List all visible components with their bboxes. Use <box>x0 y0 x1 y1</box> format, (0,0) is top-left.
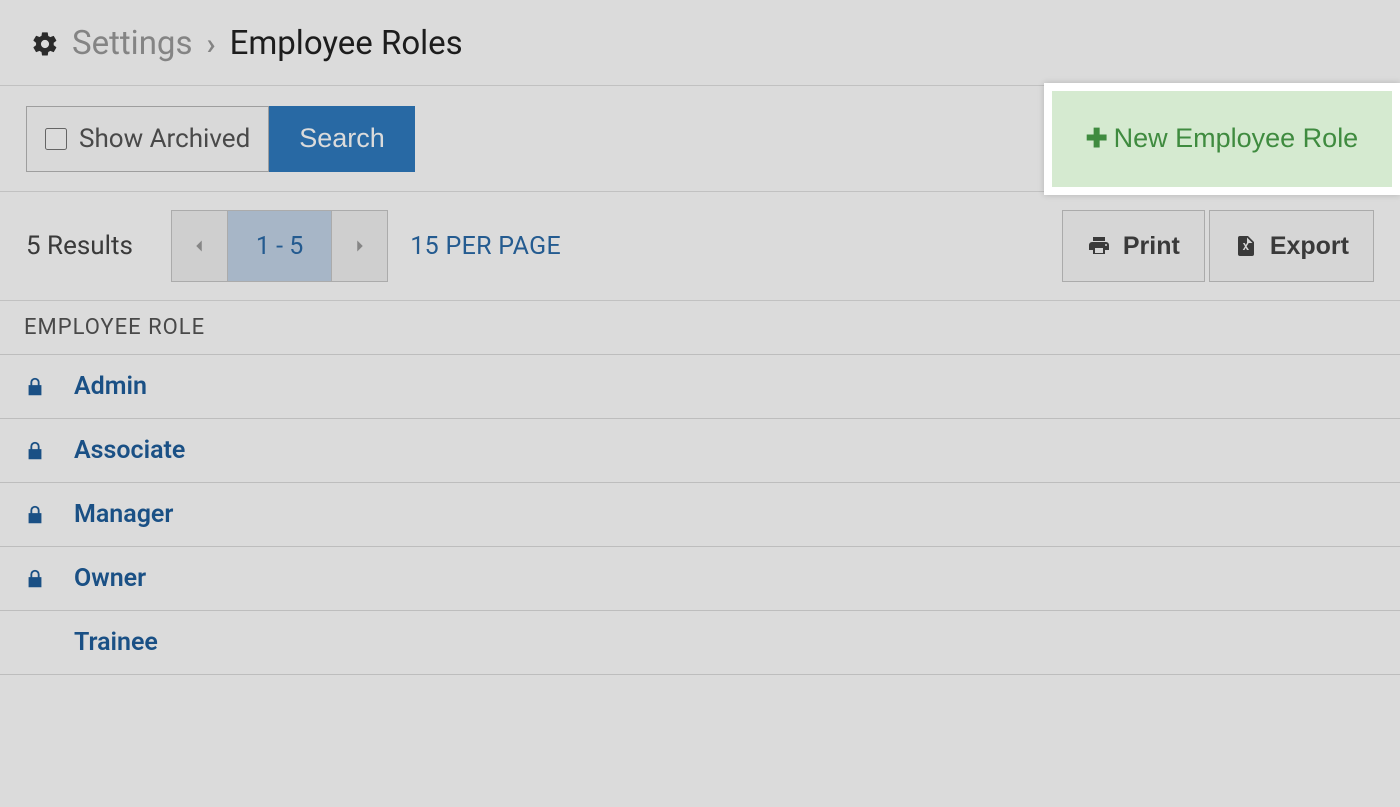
per-page-selector[interactable]: 15 PER PAGE <box>410 232 561 261</box>
print-label: Print <box>1123 232 1180 261</box>
role-name: Manager <box>74 500 173 529</box>
pager-next-button[interactable] <box>331 211 387 281</box>
breadcrumb: Settings › Employee Roles <box>72 24 463 63</box>
toolbar: Show Archived Search ✚ New Employee Role <box>0 86 1400 192</box>
role-name: Trainee <box>74 628 158 657</box>
export-label: Export <box>1270 232 1349 261</box>
role-name: Admin <box>74 372 147 401</box>
table-row[interactable]: Trainee <box>0 611 1400 675</box>
new-role-label: New Employee Role <box>1114 123 1359 154</box>
plus-icon: ✚ <box>1086 123 1108 154</box>
lock-icon <box>24 568 74 590</box>
pager: 1 - 5 <box>171 210 388 282</box>
gear-icon <box>30 29 60 59</box>
results-bar-right: Print Export <box>1062 210 1374 282</box>
table-row[interactable]: Manager <box>0 483 1400 547</box>
toolbar-left: Show Archived Search <box>26 106 415 172</box>
table-header: EMPLOYEE ROLE <box>0 301 1400 355</box>
results-bar-left: 5 Results 1 - 5 15 PER PAGE <box>26 210 561 282</box>
lock-icon <box>24 504 74 526</box>
table-row[interactable]: Owner <box>0 547 1400 611</box>
show-archived-toggle[interactable]: Show Archived <box>26 106 269 172</box>
print-button[interactable]: Print <box>1062 210 1205 282</box>
print-icon <box>1087 234 1111 258</box>
table-row[interactable]: Associate <box>0 419 1400 483</box>
chevron-right-icon <box>349 235 371 257</box>
breadcrumb-parent[interactable]: Settings <box>72 24 193 63</box>
chevron-right-icon: › <box>207 27 216 62</box>
new-employee-role-button[interactable]: ✚ New Employee Role <box>1052 91 1392 187</box>
breadcrumb-current: Employee Roles <box>230 24 463 63</box>
results-bar: 5 Results 1 - 5 15 PER PAGE Print Export <box>0 192 1400 301</box>
export-button[interactable]: Export <box>1209 210 1374 282</box>
export-icon <box>1234 234 1258 258</box>
lock-icon <box>24 376 74 398</box>
table-row[interactable]: Admin <box>0 355 1400 419</box>
new-role-highlight: ✚ New Employee Role <box>1044 83 1400 195</box>
role-name: Associate <box>74 436 185 465</box>
search-button[interactable]: Search <box>269 106 415 172</box>
chevron-left-icon <box>188 235 210 257</box>
lock-icon <box>24 440 74 462</box>
show-archived-label: Show Archived <box>79 124 250 154</box>
pager-range[interactable]: 1 - 5 <box>228 211 331 281</box>
results-count: 5 Results <box>26 231 133 261</box>
show-archived-checkbox[interactable] <box>45 128 67 150</box>
pager-prev-button[interactable] <box>172 211 228 281</box>
page-header: Settings › Employee Roles <box>0 0 1400 86</box>
role-name: Owner <box>74 564 146 593</box>
